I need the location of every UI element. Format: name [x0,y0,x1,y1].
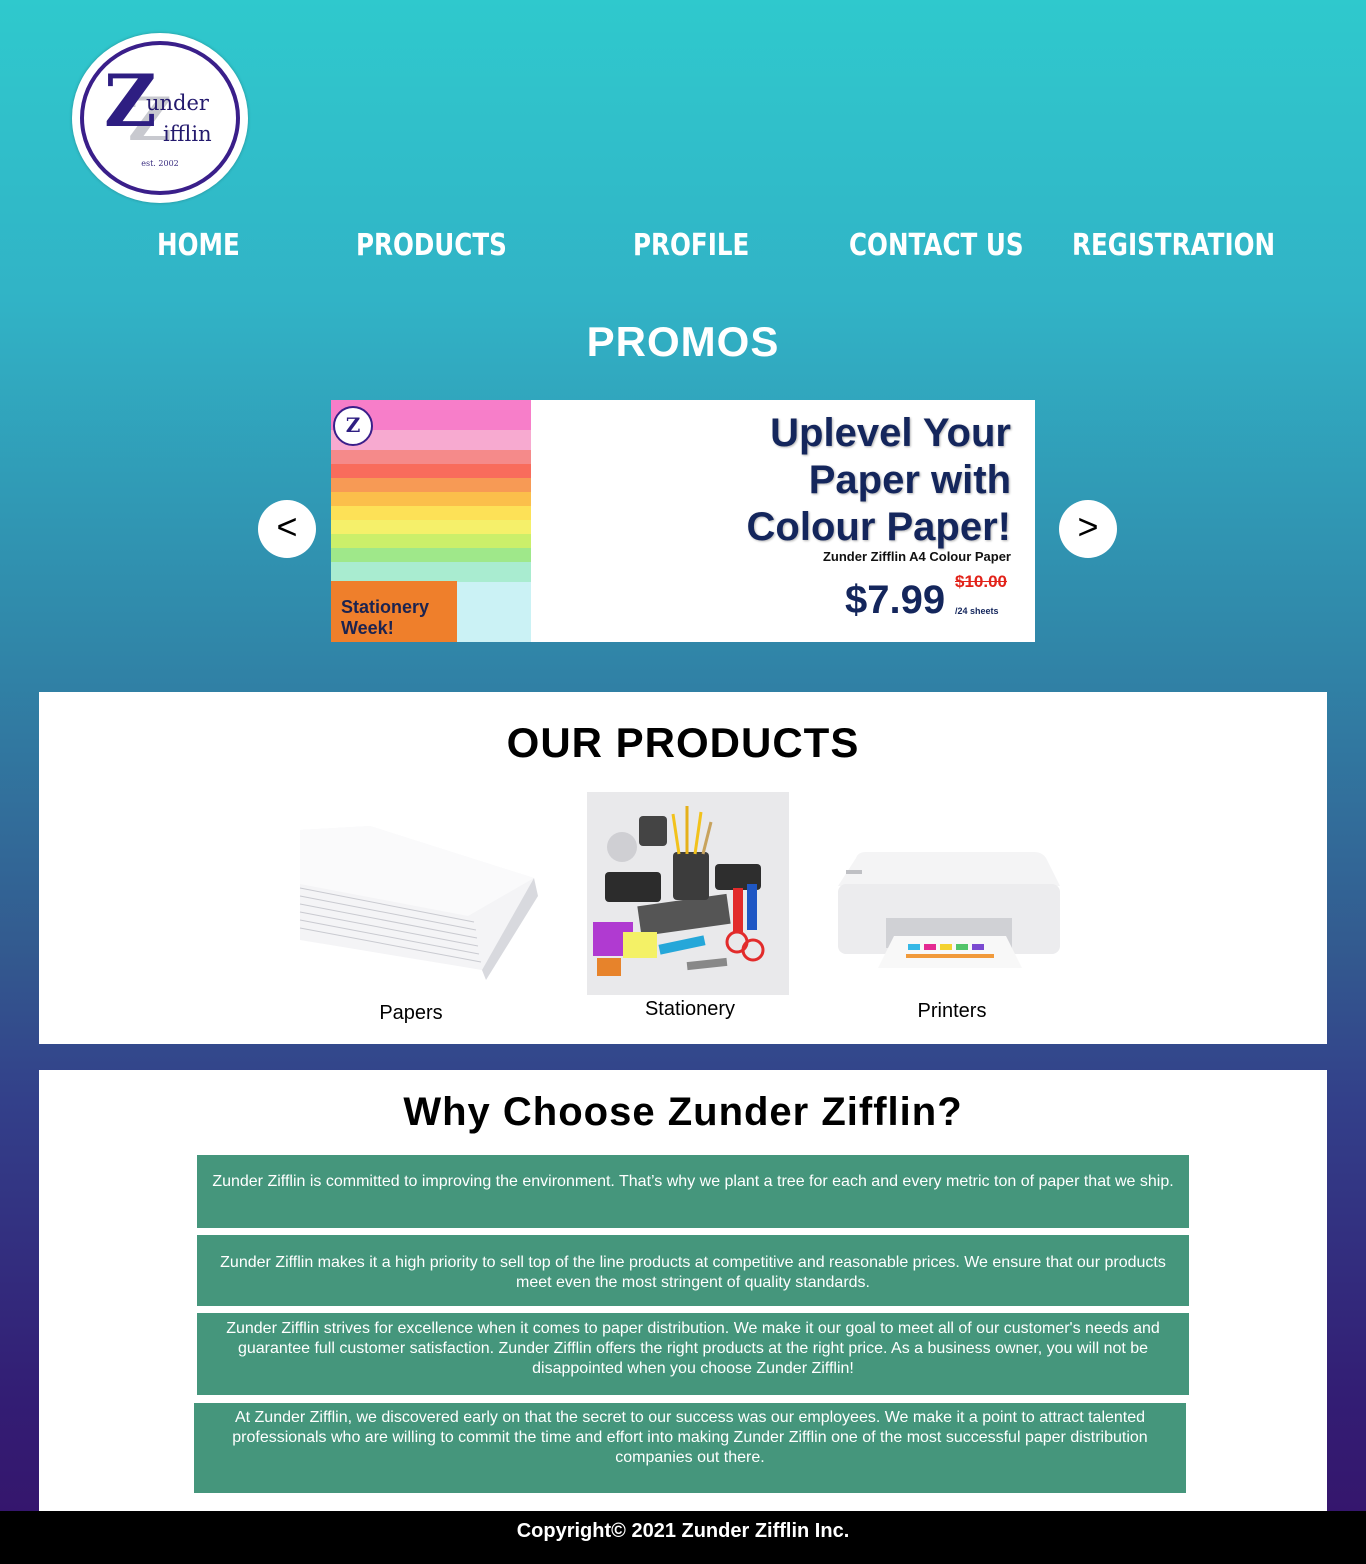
banner-product-name: Zunder Zifflin A4 Colour Paper [822,549,1011,564]
banner-mini-logo: Z [333,406,373,446]
logo-word-under: under [146,91,209,115]
logo-established: est. 2002 [141,159,179,168]
promo-banner[interactable]: Z Stationery Week! Uplevel Your Paper wi… [331,400,1035,642]
products-section: OUR PRODUCTS Papers Stationery Printers [39,692,1327,1044]
printer-image[interactable] [836,850,1062,976]
headline-line-1: Uplevel Your [770,411,1011,455]
headline-line-3: Colour Paper! [746,505,1011,549]
tag-line-2: Week! [341,618,394,638]
footer: Copyright© 2021 Zunder Zifflin Inc. [0,1511,1366,1564]
nav-home[interactable]: Home [157,228,240,263]
products-heading: OUR PRODUCTS [506,719,860,766]
stationery-image[interactable] [587,792,789,995]
banner-price-unit: /24 sheets [955,606,999,616]
nav-profile[interactable]: Profile [633,228,749,263]
tag-line-1: Stationery [341,597,430,617]
nav-registration[interactable]: Registration [1072,228,1275,263]
company-logo[interactable]: Z Z under ifflin est. 2002 [72,33,248,203]
banner-headline: Uplevel Your Paper with Colour Paper! [747,410,1011,551]
why-choose-section: Why Choose Zunder Zifflin? Zunder Ziffli… [39,1070,1327,1514]
copyright-text: Copyright© 2021 Zunder Zifflin Inc. [516,1520,850,1542]
carousel-prev-button[interactable]: < [258,500,316,558]
logo-word-ifflin: ifflin [163,122,212,146]
carousel-next-button[interactable]: > [1059,500,1117,558]
banner-new-price: $7.99 [845,578,946,622]
papers-image[interactable] [298,822,542,982]
reason-quality-prices: Zunder Zifflin makes it a high priority … [197,1235,1189,1306]
reason-employees: At Zunder Zifflin, we discovered early o… [194,1403,1186,1493]
headline-line-2: Paper with [808,458,1011,502]
product-label-papers[interactable]: Papers [311,1002,511,1025]
logo-ring: Z Z under ifflin est. 2002 [80,41,240,195]
nav-products[interactable]: Products [356,228,507,263]
why-choose-heading: Why Choose Zunder Zifflin? [403,1090,963,1134]
banner-old-price: $10.00 [955,572,1007,591]
reason-environment: Zunder Zifflin is committed to improving… [197,1155,1189,1228]
promos-heading: PROMOS [586,318,780,365]
reason-customer-satisfaction: Zunder Zifflin strives for excellence wh… [197,1313,1189,1395]
product-label-printers[interactable]: Printers [852,1000,1052,1023]
nav-contact-us[interactable]: Contact Us [849,228,1024,263]
product-label-stationery[interactable]: Stationery [590,998,790,1021]
stationery-week-tag: Stationery Week! [331,581,457,642]
